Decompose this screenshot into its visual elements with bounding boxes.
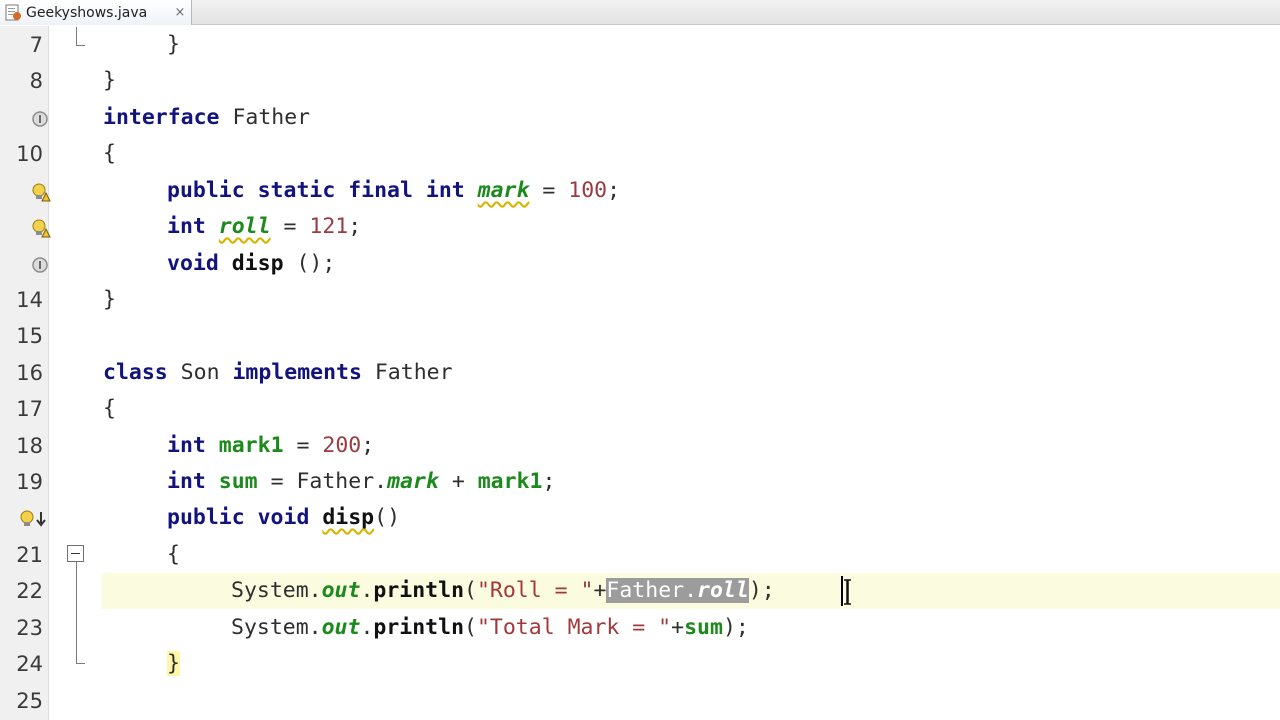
code-line-9[interactable]: interface Father (103, 100, 310, 136)
code-line-17[interactable]: { (103, 391, 116, 427)
tab-title: Geekyshows.java (26, 4, 148, 21)
warning-bulb-icon[interactable] (29, 181, 51, 203)
code-line-21[interactable]: { (167, 537, 180, 573)
fold-guide (76, 27, 77, 45)
code-line-19[interactable]: int sum = Father.mark + mark1; (167, 464, 555, 500)
fold-guide (76, 562, 77, 663)
code-line-18[interactable]: int mark1 = 200; (167, 428, 374, 464)
implementation-marker-icon[interactable] (29, 254, 51, 276)
line-number: 23 (16, 616, 43, 640)
code-line-8[interactable]: } (103, 63, 116, 99)
warning-bulb-icon[interactable] (29, 217, 51, 239)
fold-guide (76, 663, 85, 664)
matching-brace: } (167, 651, 180, 676)
code-line-24[interactable]: } (167, 646, 180, 682)
line-number: 7 (29, 33, 43, 57)
line-number: 16 (16, 361, 43, 385)
line-number: 24 (16, 652, 43, 676)
line-number: 14 (16, 288, 43, 312)
collapse-fold-icon[interactable] (67, 545, 84, 562)
line-number: 15 (16, 324, 43, 348)
editor-tab-bar: Geekyshows.java × (0, 0, 1280, 25)
line-number: 21 (16, 543, 43, 567)
close-tab-icon[interactable]: × (169, 5, 191, 20)
implementation-marker-icon[interactable] (29, 108, 51, 130)
line-number: 17 (16, 397, 43, 421)
selected-text: roll (697, 578, 749, 603)
code-line-14[interactable]: } (103, 282, 116, 318)
warning-override-icon[interactable] (17, 508, 49, 530)
code-line-16[interactable]: class Son implements Father (103, 355, 453, 391)
code-line-7[interactable]: } (167, 27, 180, 63)
code-line-10[interactable]: { (103, 136, 116, 172)
code-line-23[interactable]: System.out.println("Total Mark = "+sum); (231, 610, 749, 646)
selected-text: Father. (606, 578, 698, 603)
code-line-11[interactable]: public static final int mark = 100; (167, 173, 620, 209)
line-number: 18 (16, 434, 43, 458)
ibeam-cursor-icon (844, 579, 851, 605)
line-number: 19 (16, 470, 43, 494)
line-number: 8 (29, 69, 43, 93)
tab-geekyshows-java[interactable]: Geekyshows.java × (0, 0, 192, 25)
fold-guide (76, 45, 85, 46)
code-line-13[interactable]: void disp (); (167, 246, 335, 282)
code-line-22[interactable]: System.out.println("Roll = "+Father.roll… (231, 573, 775, 609)
code-line-12[interactable]: int roll = 121; (167, 209, 361, 245)
java-file-icon (0, 0, 26, 25)
line-number: 22 (16, 579, 43, 603)
line-number: 25 (16, 689, 43, 713)
code-line-20[interactable]: public void disp() (167, 500, 400, 536)
line-number: 10 (16, 142, 43, 166)
